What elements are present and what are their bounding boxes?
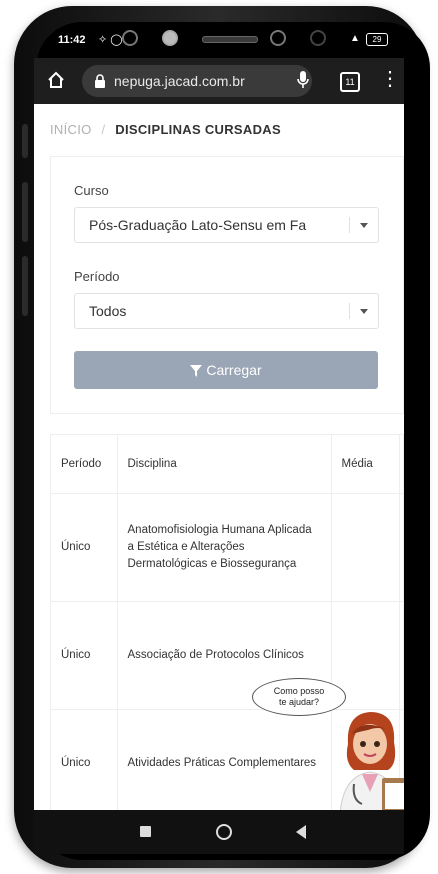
header-periodo: Período [51,435,118,494]
chat-bubble-line1: Como posso [273,686,325,696]
url-text: nepuga.jacad.com.br [114,73,245,89]
speaker-grille [202,36,258,43]
load-button[interactable]: Carregar [74,351,378,389]
nav-back-icon[interactable] [296,825,306,839]
url-bar[interactable]: nepuga.jacad.com.br [82,65,312,97]
signal-icon: ▲ [350,33,360,44]
periodo-label: Período [74,269,120,284]
cell-f [399,601,403,710]
select-divider [349,217,350,233]
android-nav-bar [34,810,404,854]
sensor-icon [270,30,286,46]
lock-icon [95,74,105,88]
nav-square-icon[interactable] [140,826,151,837]
table-row[interactable]: Único Associação de Protocolos Clínicos [51,601,403,710]
cell-disciplina: Anatomofisiologia Humana Aplicada a Esté… [117,493,332,602]
breadcrumb: INÍCIO / DISCIPLINAS CURSADAS [50,122,281,137]
mic-icon[interactable] [296,70,310,90]
sensor-icon [310,30,326,46]
battery-icon: 29 [366,33,388,46]
status-time: 11:42 [58,34,86,46]
notification-icons: ✧ ◯ [98,34,123,46]
page-content: INÍCIO / DISCIPLINAS CURSADAS Curso Pós-… [34,104,404,810]
nav-circle-icon[interactable] [216,824,232,840]
phone-side-button [22,124,28,158]
cell-f [399,493,403,602]
filter-card: Curso Pós-Graduação Lato-Sensu em Fa Per… [50,156,404,414]
camera-icon [162,30,178,46]
header-f: F [399,435,403,494]
phone-volume-button [22,182,28,242]
home-icon[interactable] [46,70,66,90]
browser-toolbar: nepuga.jacad.com.br 11 ⋮ [34,58,404,104]
breadcrumb-current: DISCIPLINAS CURSADAS [115,122,281,137]
phone-volume-button [22,256,28,316]
header-disciplina: Disciplina [117,435,332,494]
curso-select[interactable]: Pós-Graduação Lato-Sensu em Fa [74,207,379,243]
chevron-down-icon [360,223,368,228]
cell-media [331,493,400,602]
tabs-icon[interactable]: 11 [340,72,360,92]
cell-periodo: Único [51,493,118,602]
funnel-icon [190,365,203,377]
camera-icon [122,30,138,46]
table-row[interactable]: Único Anatomofisiologia Humana Aplicada … [51,493,403,602]
chevron-down-icon [360,309,368,314]
status-bar: 11:42 ✧ ◯ ▲ 29 [34,24,404,58]
periodo-select-value: Todos [89,303,127,319]
cell-periodo: Único [51,709,118,810]
breadcrumb-separator: / [101,122,106,137]
select-divider [349,303,350,319]
header-media: Média [331,435,400,494]
curso-label: Curso [74,183,109,198]
load-button-label: Carregar [206,362,262,378]
cell-periodo: Único [51,601,118,710]
breadcrumb-home-link[interactable]: INÍCIO [50,122,92,137]
curso-select-value: Pós-Graduação Lato-Sensu em Fa [89,217,307,233]
table-header-row: Período Disciplina Média F [51,435,403,494]
menu-icon[interactable]: ⋮ [380,69,400,89]
cell-disciplina: Atividades Práticas Complementares [117,709,332,810]
chat-assistant-avatar[interactable] [318,704,404,810]
periodo-select[interactable]: Todos [74,293,379,329]
